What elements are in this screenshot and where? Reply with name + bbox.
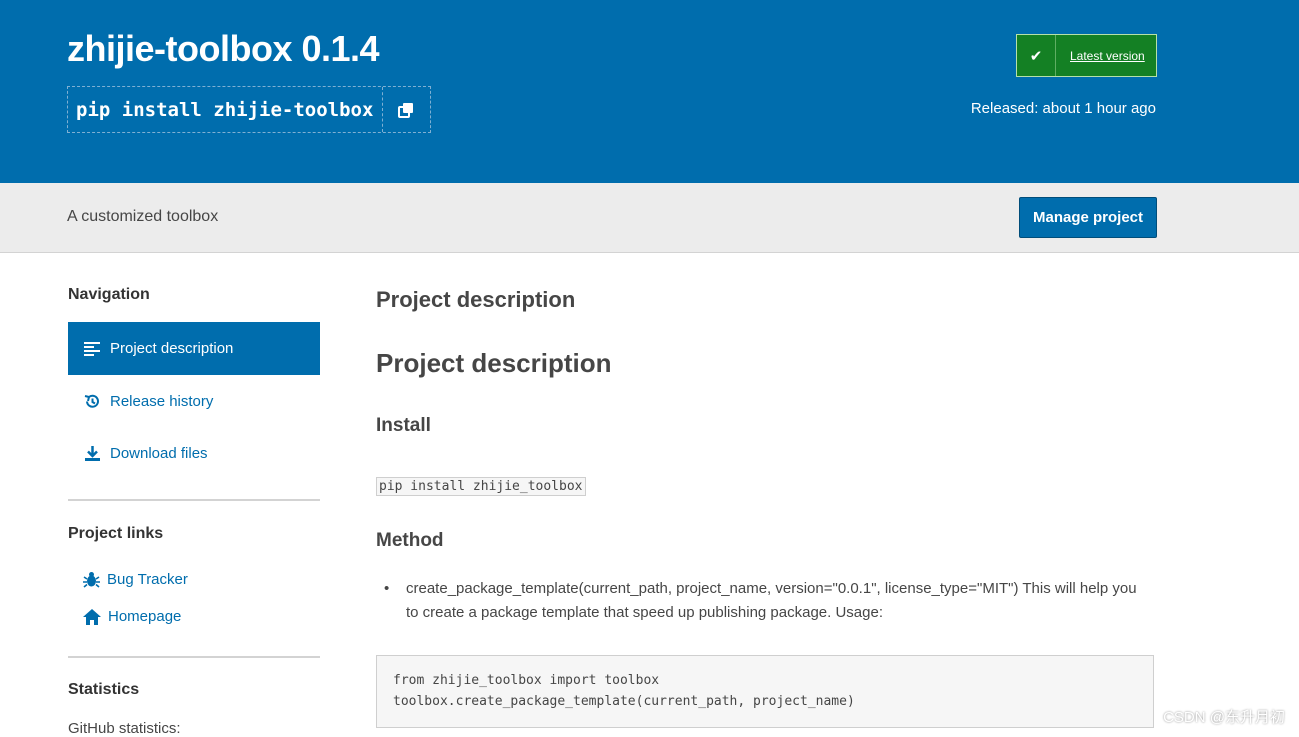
sidebar-divider — [68, 499, 320, 501]
link-bug-tracker[interactable]: Bug Tracker — [83, 571, 188, 588]
method-description: create_package_template(current_path, pr… — [406, 580, 1137, 621]
manage-project-button[interactable]: Manage project — [1019, 197, 1157, 238]
install-code: pip install zhijie_toolbox — [376, 477, 586, 496]
nav-download-files[interactable]: Download files — [68, 427, 320, 480]
method-list-item: • create_package_template(current_path, … — [384, 577, 1148, 625]
copy-icon — [398, 102, 413, 118]
watermark: CSDN @东升月初 — [1163, 709, 1285, 726]
package-header: zhijie-toolbox 0.1.4 pip install zhijie-… — [0, 0, 1299, 183]
nav-label: Download files — [110, 445, 208, 462]
nav-project-description[interactable]: Project description — [68, 322, 320, 375]
readme-title: Project description — [376, 348, 612, 378]
latest-version-link[interactable]: Latest version — [1056, 49, 1145, 63]
history-icon — [84, 394, 99, 408]
github-statistics-label: GitHub statistics: — [68, 720, 181, 737]
link-homepage[interactable]: Homepage — [83, 608, 181, 625]
bullet-icon: • — [384, 580, 390, 597]
install-heading: Install — [376, 415, 431, 436]
method-heading: Method — [376, 530, 444, 551]
navigation-heading: Navigation — [68, 286, 150, 303]
check-icon: ✔ — [1017, 35, 1056, 76]
project-links-heading: Project links — [68, 525, 164, 542]
nav-label: Release history — [110, 393, 214, 410]
sidebar-divider — [68, 656, 320, 658]
link-label: Bug Tracker — [107, 571, 188, 588]
package-summary: A customized toolbox — [67, 208, 219, 225]
copy-button[interactable] — [382, 87, 429, 132]
bug-icon — [83, 572, 100, 588]
statistics-heading: Statistics — [68, 681, 140, 698]
release-date: Released: about 1 hour ago — [970, 100, 1156, 117]
nav-release-history[interactable]: Release history — [68, 375, 320, 428]
pip-command-text: pip install zhijie-toolbox — [76, 98, 374, 121]
latest-version-badge[interactable]: ✔ Latest version — [1016, 34, 1157, 77]
usage-code-block: from zhijie_toolbox import toolbox toolb… — [376, 655, 1154, 728]
pip-command-box: pip install zhijie-toolbox — [67, 86, 431, 133]
align-left-icon — [84, 341, 100, 356]
nav-label: Project description — [110, 340, 234, 357]
section-heading: Project description — [376, 287, 576, 312]
package-summary-bar: A customized toolbox Manage project — [0, 183, 1299, 253]
home-icon — [83, 608, 101, 625]
link-label: Homepage — [108, 608, 182, 625]
download-icon — [85, 446, 100, 461]
package-title: zhijie-toolbox 0.1.4 — [67, 28, 380, 69]
